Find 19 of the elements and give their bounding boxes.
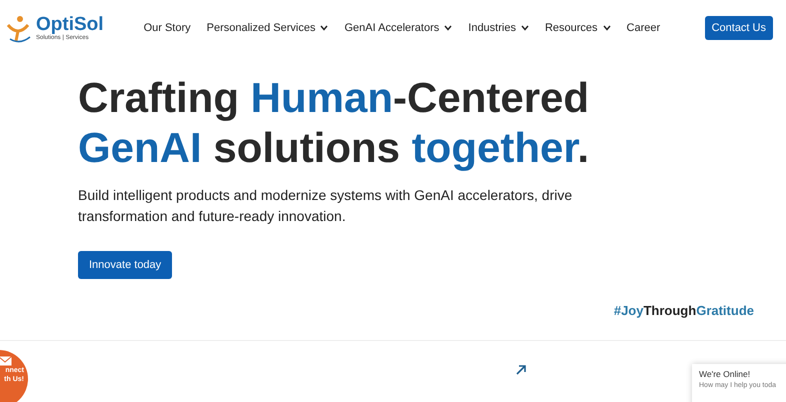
nav-link[interactable]: Resources xyxy=(544,22,611,34)
hashtag-text: #JoyThroughGratitude xyxy=(614,303,754,318)
arrow-icon[interactable] xyxy=(515,364,527,376)
nav-link[interactable]: Career xyxy=(626,22,660,34)
nav-link[interactable]: GenAI Accelerators xyxy=(344,22,452,34)
nav-link[interactable]: Our Story xyxy=(144,22,191,34)
innovate-button[interactable]: Innovate today xyxy=(78,251,172,279)
nav-link[interactable]: Industries xyxy=(468,22,529,34)
nav-link[interactable]: Personalized Services xyxy=(206,22,328,34)
caret-icon xyxy=(602,24,611,30)
contact-button[interactable]: Contact Us xyxy=(704,16,773,40)
hero-description: Build intelligent products and modernize systems with GenAI accelerators, drive transformation and future-ready innovation. xyxy=(78,186,574,226)
mail-icon xyxy=(0,356,12,366)
caret-icon xyxy=(320,24,328,30)
caret-icon xyxy=(520,24,529,30)
hero-headline: Crafting Human-Centered GenAI solutions together. xyxy=(78,73,590,173)
chat-title: We're Online! xyxy=(699,369,752,379)
logo-name[interactable]: OptiSol xyxy=(36,14,104,34)
caret-icon xyxy=(444,24,452,30)
